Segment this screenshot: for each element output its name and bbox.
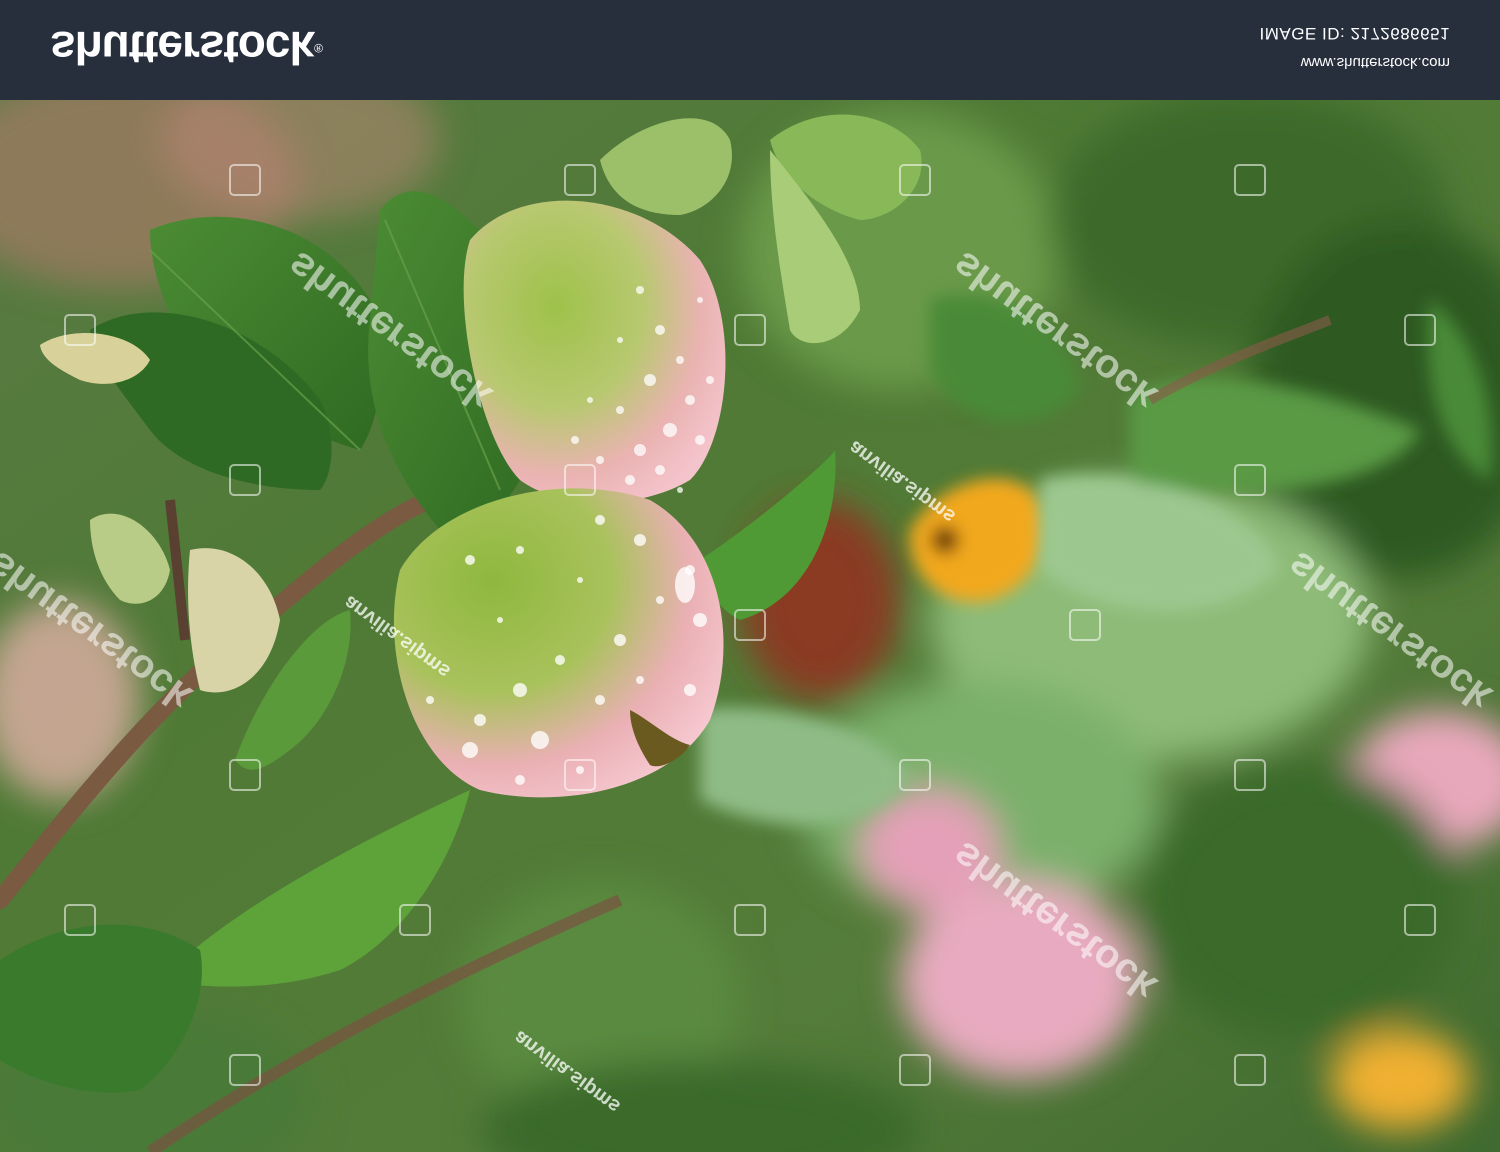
shutterstock-logo[interactable]: shutterstock® xyxy=(50,20,322,76)
logo-registered-mark: ® xyxy=(314,41,322,55)
apple-branch-photo: shutterstock shutterstock shutterstock s… xyxy=(0,100,1500,1152)
image-id: IMAGE ID: 2172686651 xyxy=(1259,24,1450,43)
page: shutterstock® www.shutterstock.com IMAGE… xyxy=(0,0,1500,1152)
header-bar: shutterstock® www.shutterstock.com IMAGE… xyxy=(0,0,1500,100)
photo: shutterstock shutterstock shutterstock s… xyxy=(0,100,1500,1152)
image-meta: www.shutterstock.com IMAGE ID: 217268665… xyxy=(1259,22,1450,72)
site-url[interactable]: www.shutterstock.com xyxy=(1259,52,1450,72)
lower-apple xyxy=(393,488,724,798)
logo-text: shutterstock xyxy=(50,22,315,74)
